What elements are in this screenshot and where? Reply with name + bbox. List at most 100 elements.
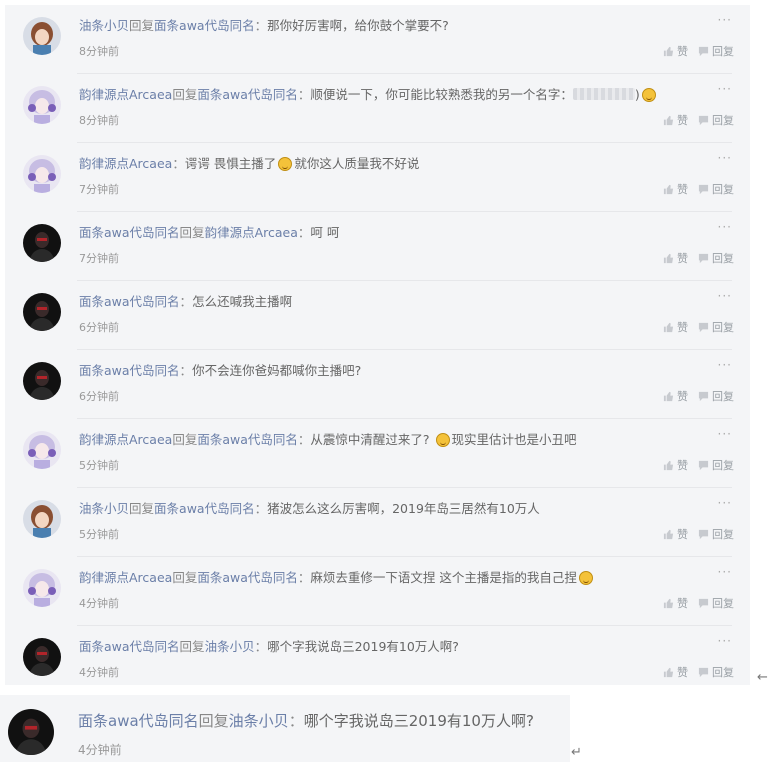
like-label: 赞: [677, 183, 688, 196]
like-button[interactable]: 赞: [663, 112, 688, 128]
comment-text-line: 面条awa代岛同名回复油条小贝：哪个字我说岛三2019有10万人啊?: [78, 711, 534, 731]
comment-item: 韵律源点Arcaea：谔谔 畏惧主播了 就你这人质量我不好说 7分钟前 ··· 赞…: [5, 143, 750, 212]
user-avatar[interactable]: [23, 431, 61, 469]
author-name[interactable]: 油条小贝: [79, 501, 129, 516]
comment-time: 6分钟前: [79, 321, 119, 334]
author-name[interactable]: 韵律源点Arcaea: [79, 432, 172, 447]
comment-bubble-icon: [698, 184, 709, 194]
comment-content: 麻烦去重修一下语文捏 这个主播是指的我自己捏: [310, 570, 577, 585]
more-icon[interactable]: ···: [718, 82, 732, 96]
reply-button[interactable]: 回复: [698, 319, 734, 335]
girl-brown-hair-avatar-icon: [23, 17, 61, 55]
more-icon[interactable]: ···: [718, 151, 732, 165]
reply-button[interactable]: 回复: [698, 43, 734, 59]
reply-target-name[interactable]: 韵律源点Arcaea: [205, 225, 298, 240]
user-avatar[interactable]: [23, 155, 61, 193]
colon: ：: [297, 225, 311, 240]
zoomed-comment: 面条awa代岛同名回复油条小贝：哪个字我说岛三2019有10万人啊? 4分钟前: [0, 695, 570, 762]
user-avatar[interactable]: [23, 569, 61, 607]
more-icon[interactable]: ···: [718, 358, 732, 372]
author-name[interactable]: 面条awa代岛同名: [79, 639, 180, 654]
comment-content: 哪个字我说岛三2019有10万人啊?: [267, 639, 459, 654]
reply-target-name[interactable]: 油条小贝: [205, 639, 255, 654]
comment-time: 4分钟前: [78, 743, 122, 757]
reply-target-name[interactable]: 面条awa代岛同名: [197, 570, 298, 585]
comment-text-line: 油条小贝回复面条awa代岛同名：猪波怎么这么厉害啊，2019年岛三居然有10万人: [79, 500, 540, 518]
more-icon[interactable]: ···: [718, 634, 732, 648]
thumbs-up-icon: [663, 184, 674, 194]
anime-girl-purple-hair-avatar-icon: [23, 155, 61, 193]
comment-item: 面条awa代岛同名回复油条小贝：哪个字我说岛三2019有10万人啊? 4分钟前 …: [5, 626, 750, 695]
reply-target-name[interactable]: 面条awa代岛同名: [197, 87, 298, 102]
like-button[interactable]: 赞: [663, 388, 688, 404]
comment-list: 油条小贝回复面条awa代岛同名：那你好厉害啊，给你鼓个掌要不? 8分钟前 ···…: [5, 5, 750, 685]
more-icon[interactable]: ···: [718, 289, 732, 303]
reply-word: 回复: [129, 18, 155, 33]
more-icon[interactable]: ···: [718, 13, 732, 27]
author-name[interactable]: 韵律源点Arcaea: [79, 87, 172, 102]
comment-item: 面条awa代岛同名：怎么还喊我主播啊 6分钟前 ··· 赞 回复: [5, 281, 750, 350]
comment-item: 韵律源点Arcaea回复面条awa代岛同名：顺便说一下，你可能比较熟悉我的另一个…: [5, 74, 750, 143]
comment-item: 油条小贝回复面条awa代岛同名：那你好厉害啊，给你鼓个掌要不? 8分钟前 ···…: [5, 5, 750, 74]
like-button[interactable]: 赞: [663, 664, 688, 680]
return-arrow-icon: ↵: [571, 745, 582, 760]
thumbs-up-icon: [663, 322, 674, 332]
author-name[interactable]: 面条awa代岛同名: [79, 225, 180, 240]
user-avatar[interactable]: [23, 500, 61, 538]
user-avatar[interactable]: [23, 293, 61, 331]
reply-button[interactable]: 回复: [698, 388, 734, 404]
like-button[interactable]: 赞: [663, 181, 688, 197]
like-button[interactable]: 赞: [663, 526, 688, 542]
more-icon[interactable]: ···: [718, 427, 732, 441]
comment-content: 怎么还喊我主播啊: [192, 294, 293, 309]
reply-button[interactable]: 回复: [698, 526, 734, 542]
comment-actions: 赞 回复: [663, 43, 734, 59]
reply-word: 回复: [172, 87, 198, 102]
reply-target-name[interactable]: 面条awa代岛同名: [197, 432, 298, 447]
author-name[interactable]: 油条小贝: [79, 18, 129, 33]
comment-item: 韵律源点Arcaea回复面条awa代岛同名：从震惊中清醒过来了? 现实里估计也是…: [5, 419, 750, 488]
reply-button[interactable]: 回复: [698, 181, 734, 197]
reply-label: 回复: [712, 459, 734, 472]
comment-content: 从震惊中清醒过来了?: [310, 432, 430, 447]
reply-button[interactable]: 回复: [698, 250, 734, 266]
author-name[interactable]: 韵律源点Arcaea: [79, 156, 172, 171]
reply-label: 回复: [712, 183, 734, 196]
user-avatar[interactable]: [23, 17, 61, 55]
dark-figure-avatar-icon: [23, 362, 61, 400]
author-name[interactable]: 韵律源点Arcaea: [79, 570, 172, 585]
reply-button[interactable]: 回复: [698, 595, 734, 611]
return-arrow-icon: ←: [757, 670, 768, 685]
author-name[interactable]: 面条awa代岛同名: [78, 712, 199, 730]
user-avatar[interactable]: [23, 362, 61, 400]
reply-button[interactable]: 回复: [698, 664, 734, 680]
like-button[interactable]: 赞: [663, 250, 688, 266]
user-avatar[interactable]: [23, 638, 61, 676]
colon: ：: [288, 712, 304, 730]
more-icon[interactable]: ···: [718, 565, 732, 579]
user-avatar[interactable]: [23, 86, 61, 124]
like-button[interactable]: 赞: [663, 319, 688, 335]
reply-label: 回复: [712, 390, 734, 403]
more-icon[interactable]: ···: [718, 220, 732, 234]
reply-target-name[interactable]: 面条awa代岛同名: [154, 18, 255, 33]
comment-time: 7分钟前: [79, 252, 119, 265]
more-icon[interactable]: ···: [718, 496, 732, 510]
reply-label: 回复: [712, 45, 734, 58]
author-name[interactable]: 面条awa代岛同名: [79, 294, 180, 309]
comment-bubble-icon: [698, 115, 709, 125]
comment-content: 你不会连你爸妈都喊你主播吧?: [192, 363, 362, 378]
user-avatar[interactable]: [23, 224, 61, 262]
like-button[interactable]: 赞: [663, 457, 688, 473]
user-avatar[interactable]: [8, 709, 54, 755]
like-button[interactable]: 赞: [663, 595, 688, 611]
reply-button[interactable]: 回复: [698, 112, 734, 128]
colon: ：: [254, 639, 268, 654]
reply-target-name[interactable]: 油条小贝: [229, 712, 289, 730]
comment-bubble-icon: [698, 460, 709, 470]
reply-target-name[interactable]: 面条awa代岛同名: [154, 501, 255, 516]
author-name[interactable]: 面条awa代岛同名: [79, 363, 180, 378]
like-button[interactable]: 赞: [663, 43, 688, 59]
thumbs-up-icon: [663, 46, 674, 56]
reply-button[interactable]: 回复: [698, 457, 734, 473]
